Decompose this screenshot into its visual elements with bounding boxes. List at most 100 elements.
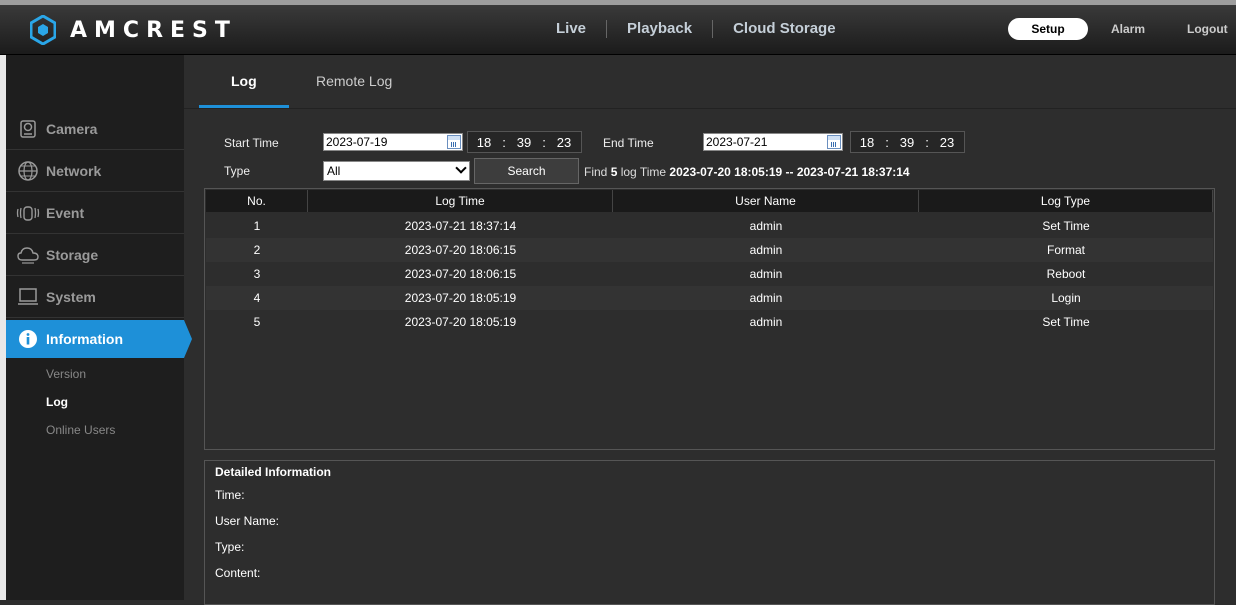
active-tab-indicator — [199, 105, 289, 108]
cell-user-name: admin — [749, 219, 783, 233]
alarm-link[interactable]: Alarm — [1111, 22, 1145, 36]
find-count: 5 — [610, 165, 618, 179]
column-header-log-time[interactable]: Log Time — [308, 190, 613, 212]
sidebar-item-information[interactable]: Information — [6, 320, 192, 358]
calendar-icon[interactable] — [447, 135, 461, 149]
cell-log-type: Login — [1051, 291, 1081, 305]
sidebar-item-label: Event — [46, 204, 85, 221]
find-range: 2023-07-20 18:05:19 -- 2023-07-21 18:37:… — [669, 165, 910, 179]
camera-icon — [16, 117, 40, 141]
end-time-label: End Time — [603, 136, 654, 150]
sidebar-item-event[interactable]: Event — [6, 192, 184, 234]
chevron-down-icon — [455, 162, 467, 174]
table-row[interactable]: 1 2023-07-21 18:37:14 admin Set Time — [206, 214, 1213, 238]
table-row[interactable]: 3 2023-07-20 18:06:15 admin Reboot — [206, 262, 1213, 286]
cell-no: 1 — [253, 219, 261, 233]
info-icon — [16, 327, 40, 351]
brand-logo: AMCREST — [30, 15, 237, 45]
time-separator: : — [502, 134, 506, 150]
cell-log-type: Set Time — [1042, 315, 1090, 329]
nav-cloud-storage[interactable]: Cloud Storage — [733, 18, 836, 39]
sidebar-item-label: System — [46, 288, 96, 305]
calendar-icon[interactable] — [827, 135, 841, 149]
setup-button[interactable]: Setup — [1008, 18, 1088, 40]
sidebar-item-label: Network — [46, 162, 102, 179]
cell-log-type: Reboot — [1046, 267, 1086, 281]
brand-name: AMCREST — [70, 17, 237, 43]
start-time-input[interactable]: 18 : 39 : 23 — [467, 131, 582, 153]
cell-log-type: Format — [1046, 243, 1085, 257]
sidebar-item-label: Storage — [46, 246, 99, 263]
end-hour[interactable]: 18 — [851, 135, 883, 150]
table-row[interactable]: 4 2023-07-20 18:05:19 admin Login — [206, 286, 1213, 310]
start-minute[interactable]: 39 — [508, 135, 540, 150]
sidebar-item-storage[interactable]: Storage — [6, 234, 184, 276]
sub-item-online-users[interactable]: Online Users — [46, 423, 115, 437]
nav-playback[interactable]: Playback — [627, 18, 692, 39]
detail-type-label: Type: — [215, 540, 245, 554]
find-prefix: Find — [584, 165, 608, 179]
log-table: No. Log Time User Name Log Type 1 2023-0… — [204, 188, 1215, 450]
search-result-summary: Find 5 log Time 2023-07-20 18:05:19 -- 2… — [584, 165, 910, 179]
cell-user-name: admin — [749, 315, 783, 329]
start-date-value: 2023-07-19 — [326, 135, 388, 149]
cloud-icon — [16, 243, 40, 267]
start-time-label: Start Time — [224, 136, 279, 150]
cell-log-time: 2023-07-21 18:37:14 — [404, 219, 517, 233]
sub-item-version[interactable]: Version — [46, 367, 86, 381]
find-middle: log Time — [620, 165, 667, 179]
detail-time-label: Time: — [215, 488, 245, 502]
column-header-no[interactable]: No. — [206, 190, 308, 212]
search-button[interactable]: Search — [474, 158, 579, 184]
sidebar: Camera Network Event Storage System Info… — [6, 55, 192, 600]
sidebar-item-label: Camera — [46, 120, 98, 137]
cell-no: 5 — [253, 315, 261, 329]
sidebar-item-label: Information — [46, 331, 123, 347]
cell-no: 4 — [253, 291, 261, 305]
nav-divider — [606, 19, 608, 38]
time-separator: : — [925, 134, 929, 150]
cell-log-time: 2023-07-20 18:05:19 — [404, 291, 517, 305]
cell-no: 2 — [253, 243, 261, 257]
cell-log-time: 2023-07-20 18:05:19 — [404, 315, 517, 329]
nav-live[interactable]: Live — [556, 18, 586, 39]
nav-divider — [712, 19, 714, 38]
cell-log-type: Set Time — [1042, 219, 1090, 233]
cell-log-time: 2023-07-20 18:06:15 — [404, 243, 517, 257]
column-header-log-type[interactable]: Log Type — [919, 190, 1213, 212]
sidebar-item-system[interactable]: System — [6, 276, 184, 318]
table-header: No. Log Time User Name Log Type — [206, 190, 1213, 212]
sidebar-item-camera[interactable]: Camera — [6, 108, 184, 150]
cell-user-name: admin — [749, 291, 783, 305]
end-minute[interactable]: 39 — [891, 135, 923, 150]
time-separator: : — [885, 134, 889, 150]
table-row[interactable]: 5 2023-07-20 18:05:19 admin Set Time — [206, 310, 1213, 334]
detail-panel: Detailed Information Time: User Name: Ty… — [204, 460, 1215, 605]
detail-title: Detailed Information — [215, 465, 332, 479]
sub-item-log[interactable]: Log — [46, 395, 68, 409]
type-select[interactable]: All — [323, 161, 470, 181]
end-time-input[interactable]: 18 : 39 : 23 — [850, 131, 965, 153]
amcrest-logo-icon — [30, 15, 56, 45]
end-second[interactable]: 23 — [931, 135, 963, 150]
tab-bar: Log Remote Log — [184, 55, 1236, 109]
column-header-user-name[interactable]: User Name — [613, 190, 919, 212]
cell-user-name: admin — [749, 267, 783, 281]
table-row[interactable]: 2 2023-07-20 18:06:15 admin Format — [206, 238, 1213, 262]
tab-remote-log[interactable]: Remote Log — [316, 73, 392, 89]
cell-user-name: admin — [749, 243, 783, 257]
type-label: Type — [224, 164, 251, 178]
start-second[interactable]: 23 — [548, 135, 580, 150]
time-separator: : — [542, 134, 546, 150]
sidebar-item-network[interactable]: Network — [6, 150, 184, 192]
logout-link[interactable]: Logout — [1187, 22, 1228, 36]
event-icon — [16, 201, 40, 225]
detail-user-label: User Name: — [215, 514, 280, 528]
cell-no: 3 — [253, 267, 261, 281]
start-hour[interactable]: 18 — [468, 135, 500, 150]
main-nav: Live Playback Cloud Storage — [556, 18, 836, 39]
end-date-input[interactable]: 2023-07-21 — [703, 133, 843, 151]
type-select-value: All — [327, 164, 341, 178]
start-date-input[interactable]: 2023-07-19 — [323, 133, 463, 151]
tab-log[interactable]: Log — [231, 73, 257, 89]
